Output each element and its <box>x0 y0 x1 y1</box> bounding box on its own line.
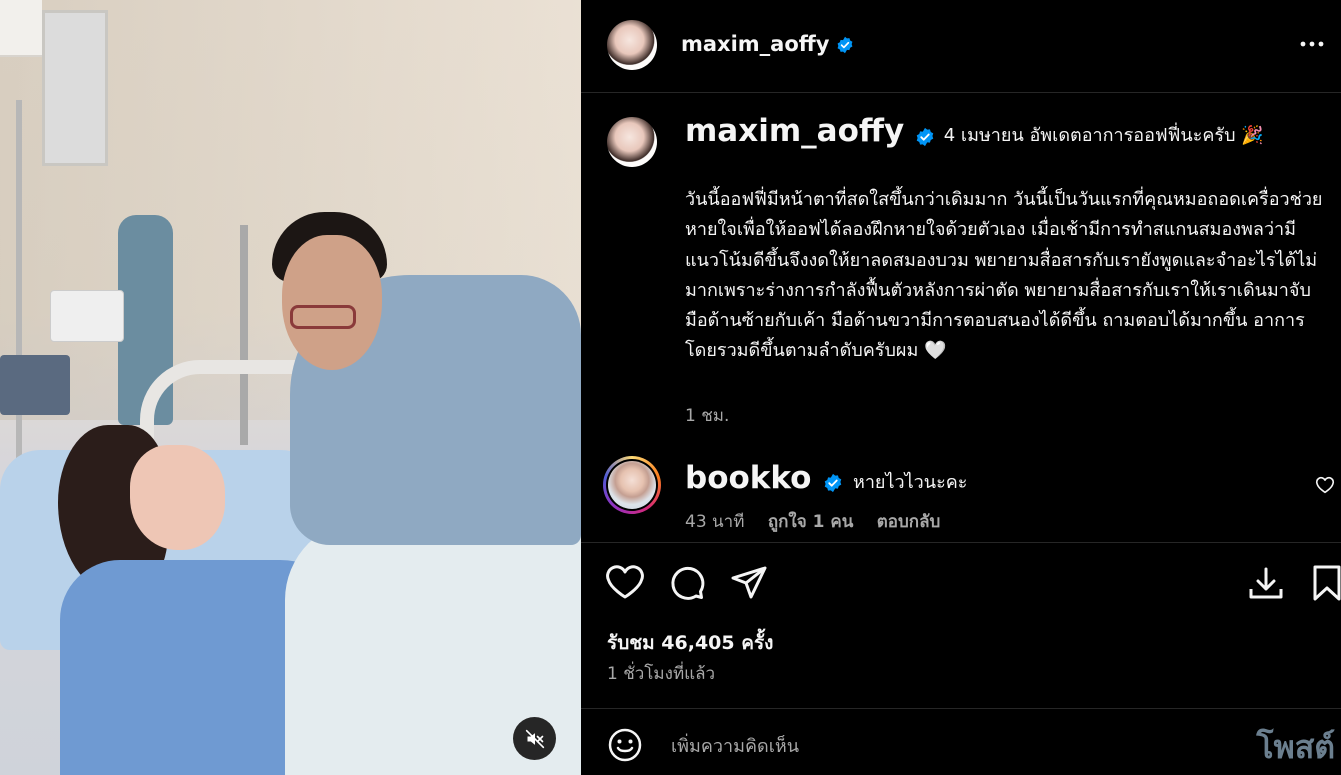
divider <box>581 708 1341 709</box>
post-media[interactable] <box>0 0 581 775</box>
divider <box>581 542 1341 543</box>
comment-icon[interactable] <box>667 563 707 603</box>
comment-row: bookko หายไวไวนะคะ <box>685 460 967 496</box>
caption-author-avatar[interactable] <box>607 117 657 167</box>
media-medical-device <box>50 290 124 342</box>
bookmark-icon[interactable] <box>1307 563 1341 603</box>
post-header: maxim_aoffy <box>581 0 1341 93</box>
verified-badge-icon <box>824 473 842 493</box>
verified-badge-icon <box>837 36 853 54</box>
caption-username[interactable]: maxim_aoffy <box>685 113 904 149</box>
post-comment-button[interactable]: โพสต์ <box>1256 722 1335 773</box>
share-icon[interactable] <box>729 563 769 603</box>
caption-timestamp[interactable]: 1 ชม. <box>685 402 729 429</box>
speaker-muted-icon <box>525 729 544 748</box>
view-count[interactable]: รับชม 46,405 ครั้ง <box>607 628 773 658</box>
comment-time[interactable]: 43 นาที <box>685 512 744 532</box>
media-window <box>42 10 108 166</box>
commenter-avatar[interactable] <box>603 456 661 514</box>
comment-text: หายไวไวนะคะ <box>852 472 968 493</box>
download-icon[interactable] <box>1246 563 1286 603</box>
add-comment-input[interactable] <box>669 728 1213 764</box>
more-options-icon[interactable] <box>1299 34 1325 54</box>
media-visitor-glasses <box>290 305 356 329</box>
caption-title: maxim_aoffy 4 เมษายน อัพเดตอาการออฟฟี่นะ… <box>685 113 1264 149</box>
mute-button[interactable] <box>513 717 556 760</box>
post-age[interactable]: 1 ชั่วโมงที่แล้ว <box>607 660 715 687</box>
comment-likes[interactable]: ถูกใจ 1 คน <box>768 512 854 532</box>
emoji-icon[interactable] <box>607 727 643 763</box>
comment-reply-button[interactable]: ตอบกลับ <box>877 512 941 532</box>
media-visitor-head <box>282 235 382 370</box>
media-patient-face <box>130 445 225 550</box>
author-name-row: maxim_aoffy <box>681 32 854 56</box>
comment-meta: 43 นาที ถูกใจ 1 คน ตอบกลับ <box>685 508 958 535</box>
author-username[interactable]: maxim_aoffy <box>681 32 829 56</box>
caption-headline: 4 เมษายน อัพเดตอาการออฟฟี่นะครับ 🎉 <box>943 125 1264 146</box>
media-ac-unit <box>0 0 42 57</box>
author-avatar[interactable] <box>607 20 657 70</box>
comment-like-heart-icon[interactable] <box>1315 476 1335 494</box>
post-details-panel: maxim_aoffy maxim_aoffy 4 เมษายน อัพเดตอ… <box>581 0 1341 775</box>
media-monitor <box>0 355 70 415</box>
verified-badge-icon <box>916 127 934 146</box>
heart-icon[interactable] <box>605 563 645 603</box>
caption-body: วันนี้ออฟฟี่มีหน้าตาที่สดใสขึ้นกว่าเดิมม… <box>685 189 1323 362</box>
commenter-username[interactable]: bookko <box>685 460 811 496</box>
